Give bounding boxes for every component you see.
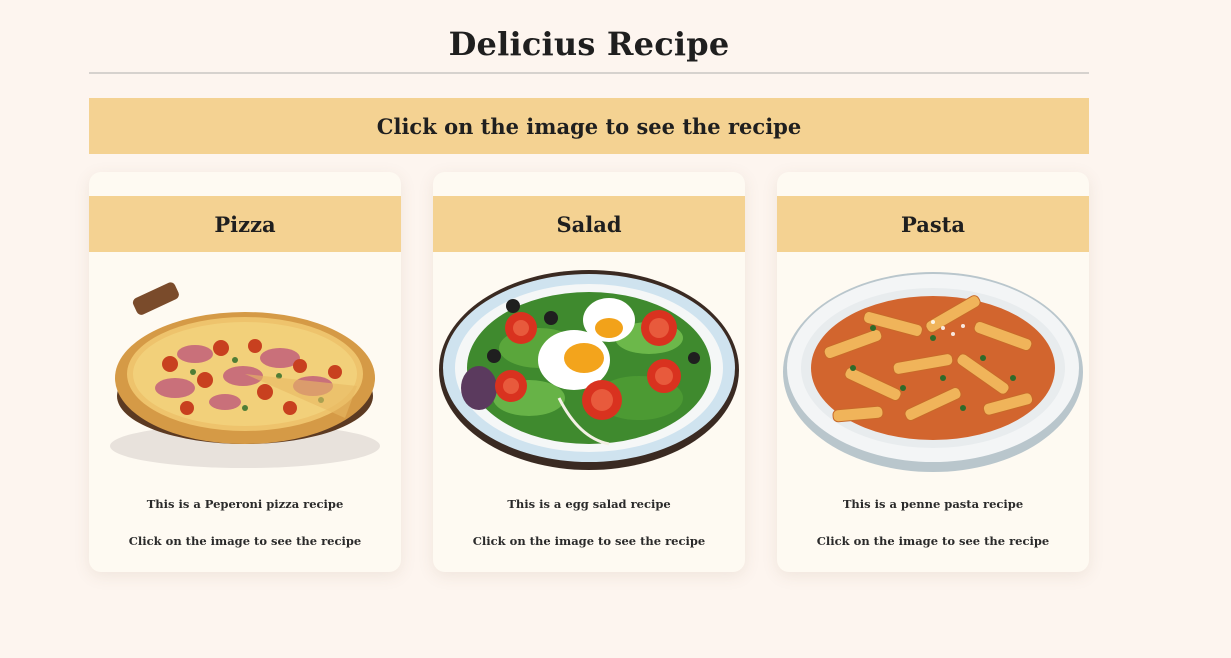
recipe-cards: Pizza This is a Peperoni pizza recipe Cl… [89, 172, 1089, 572]
recipe-card-pasta[interactable]: Pasta This is a penne pasta recipe Click… [777, 172, 1089, 572]
pizza-image[interactable] [95, 268, 395, 472]
recipe-card-hint: Click on the image to see the recipe [472, 534, 706, 548]
instruction-banner-text: Click on the image to see the recipe [376, 113, 802, 139]
recipe-card-header: Pasta [777, 196, 1089, 252]
recipe-card-header: Salad [433, 196, 745, 252]
pasta-image-graphic [783, 272, 1083, 472]
salad-image[interactable] [439, 268, 739, 472]
pizza-image-graphic [110, 282, 380, 468]
recipe-card-description: This is a egg salad recipe [507, 497, 671, 511]
recipe-card-title: Pizza [214, 211, 276, 237]
salad-image-graphic [439, 270, 739, 470]
recipe-card-description: This is a Peperoni pizza recipe [146, 497, 344, 511]
page: Delicius Recipe Click on the image to se… [0, 0, 1231, 658]
main-container: Delicius Recipe Click on the image to se… [89, 0, 1089, 572]
recipe-card-salad[interactable]: Salad This is a egg salad recipe Click o… [433, 172, 745, 572]
recipe-card-title: Pasta [901, 211, 965, 237]
page-title: Delicius Recipe [448, 25, 730, 63]
recipe-card-pizza[interactable]: Pizza This is a Peperoni pizza recipe Cl… [89, 172, 401, 572]
recipe-card-header: Pizza [89, 196, 401, 252]
pasta-image[interactable] [783, 268, 1083, 472]
instruction-banner: Click on the image to see the recipe [89, 98, 1089, 154]
recipe-card-description: This is a penne pasta recipe [842, 497, 1024, 511]
recipe-card-title: Salad [556, 211, 622, 237]
recipe-card-hint: Click on the image to see the recipe [816, 534, 1050, 548]
title-divider [89, 72, 1089, 74]
recipe-card-hint: Click on the image to see the recipe [128, 534, 362, 548]
